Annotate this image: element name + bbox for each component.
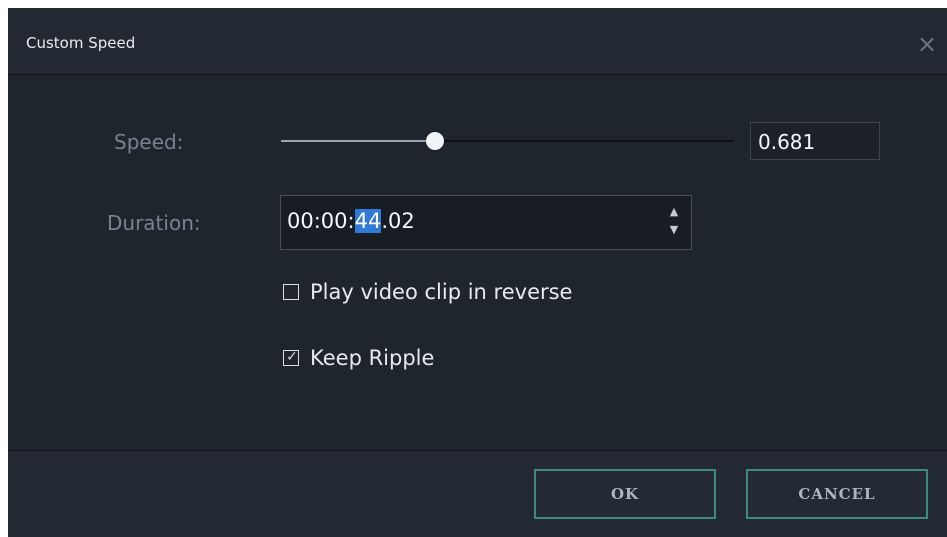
close-icon[interactable]: × [915,32,939,56]
keep-ripple-option[interactable]: ✓ Keep Ripple [283,344,434,372]
custom-speed-dialog: Custom Speed × Speed: 0.681 Duration: 00… [8,8,947,537]
dialog-titlebar: Custom Speed × [8,8,947,75]
keep-ripple-checkbox[interactable]: ✓ [283,349,299,366]
duration-input[interactable]: 00:00:44.02 ▲ ▼ [280,195,692,250]
spinner-down-icon[interactable]: ▼ [667,223,681,237]
speed-slider-fill [281,140,435,142]
duration-suffix: .02 [381,209,415,233]
spinner-up-icon[interactable]: ▲ [667,205,681,219]
play-reverse-label: Play video clip in reverse [310,280,573,304]
dialog-footer: OK CANCEL [8,450,947,537]
speed-value-input[interactable]: 0.681 [750,122,880,160]
play-reverse-option[interactable]: Play video clip in reverse [283,278,572,306]
speed-label: Speed: [114,130,184,154]
speed-slider[interactable] [281,130,733,152]
speed-slider-thumb[interactable] [425,132,444,150]
ok-button[interactable]: OK [534,469,716,519]
checkmark-icon: ✓ [286,349,298,365]
duration-spinner[interactable]: ▲ ▼ [667,205,681,239]
dialog-title: Custom Speed [26,34,136,52]
duration-label: Duration: [107,211,201,235]
duration-selected-seconds: 44 [354,209,382,233]
play-reverse-checkbox[interactable] [283,284,299,300]
duration-prefix: 00:00: [287,209,355,233]
cancel-button[interactable]: CANCEL [746,469,928,519]
keep-ripple-label: Keep Ripple [310,346,435,370]
duration-value: 00:00:44.02 [287,209,415,233]
